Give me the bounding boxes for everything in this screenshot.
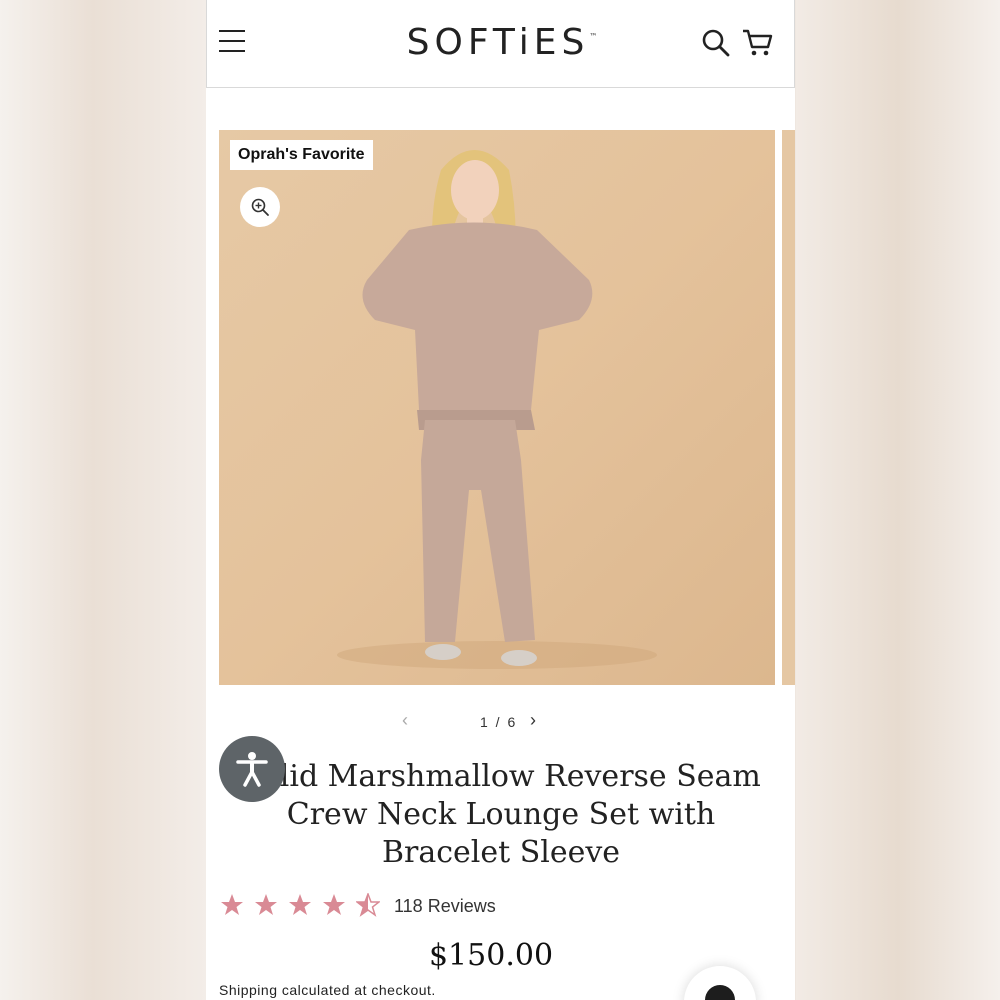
mobile-page: SOFTiES™ Oprah's Favorite ‹ 1 / 6 › Soli… (206, 0, 795, 1000)
star-icon (255, 894, 277, 915)
favorite-badge: Oprah's Favorite (230, 140, 373, 170)
product-title: Solid Marshmallow Reverse Seam Crew Neck… (241, 759, 761, 870)
product-image[interactable]: Oprah's Favorite (219, 130, 775, 685)
model-illustration (337, 150, 657, 669)
accessibility-button[interactable] (219, 736, 285, 802)
zoom-in-icon[interactable] (240, 187, 280, 227)
accessibility-icon (236, 752, 268, 787)
product-price: $150.00 (428, 938, 554, 973)
brand-logo[interactable]: SOFTiES™ (397, 22, 607, 63)
gallery-pager: ‹ 1 / 6 › (206, 708, 795, 738)
half-star-icon (356, 893, 380, 917)
next-image-button[interactable]: › (530, 710, 536, 731)
review-count-link[interactable]: 118 Reviews (394, 896, 496, 917)
search-icon[interactable] (701, 28, 731, 58)
menu-icon[interactable] (219, 30, 245, 56)
background-left (0, 0, 206, 1000)
background-right (796, 0, 1000, 1000)
next-image-preview[interactable] (782, 130, 795, 685)
rating-stars[interactable] (220, 893, 380, 917)
shipping-note: Shipping calculated at checkout. (219, 982, 436, 998)
cart-icon[interactable] (742, 28, 774, 58)
star-icon (289, 894, 311, 915)
star-icon (221, 894, 243, 915)
site-header: SOFTiES™ (206, 0, 795, 88)
image-counter: 1 / 6 (480, 714, 518, 730)
prev-image-button[interactable]: ‹ (402, 710, 408, 731)
chat-icon (705, 985, 735, 1000)
star-icon (323, 894, 345, 915)
